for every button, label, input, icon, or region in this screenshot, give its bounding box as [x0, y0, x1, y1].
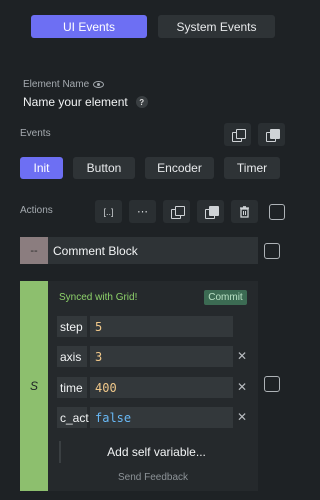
paste-icon: [204, 205, 219, 219]
commit-button[interactable]: Commit: [204, 290, 247, 305]
variable-row: step 5: [57, 316, 233, 337]
variable-row: axis 3: [57, 346, 233, 367]
element-name-value: Name your element: [23, 95, 128, 109]
variable-value[interactable]: 400: [90, 377, 233, 398]
comment-block-title: Comment Block: [53, 243, 138, 258]
element-name-label: Element Name: [23, 79, 105, 90]
select-all-checkbox[interactable]: [269, 204, 285, 220]
code-block-checkbox[interactable]: [264, 376, 280, 392]
comment-block-handle[interactable]: --: [20, 237, 48, 264]
events-label: Events: [20, 128, 51, 139]
select-button[interactable]: ⋯: [129, 200, 156, 223]
tab-system-events[interactable]: System Events: [158, 15, 275, 38]
event-tab-init[interactable]: Init: [20, 157, 63, 179]
paste-events-button[interactable]: [258, 123, 285, 146]
paste-icon: [265, 128, 280, 142]
variable-value[interactable]: false: [90, 407, 233, 428]
copy-icon: [170, 205, 185, 219]
comment-block[interactable]: Comment Block: [48, 237, 258, 264]
event-tab-button[interactable]: Button: [73, 157, 135, 179]
delete-variable-icon[interactable]: ✕: [237, 349, 247, 363]
actions-label: Actions: [20, 205, 53, 216]
variable-value[interactable]: 3: [90, 346, 233, 367]
copy-icon: [231, 128, 246, 142]
variable-row: c_act false: [57, 407, 233, 428]
paste-actions-button[interactable]: [197, 200, 224, 223]
merge-code-button[interactable]: [..]: [95, 200, 122, 223]
copy-actions-button[interactable]: [163, 200, 190, 223]
event-tab-timer[interactable]: Timer: [224, 157, 280, 179]
add-self-variable-button[interactable]: Add self variable...: [59, 441, 252, 463]
delete-variable-icon[interactable]: ✕: [237, 410, 247, 424]
comment-block-checkbox[interactable]: [264, 243, 280, 259]
select-icon: ⋯: [137, 206, 148, 218]
trash-icon: [240, 205, 249, 218]
element-name-label-text: Element Name: [23, 79, 90, 90]
help-icon[interactable]: ?: [135, 96, 148, 108]
delete-actions-button[interactable]: [231, 200, 258, 223]
variable-name[interactable]: c_act: [57, 407, 89, 428]
tab-ui-events[interactable]: UI Events: [31, 15, 147, 38]
code-block-handle[interactable]: S: [20, 281, 48, 491]
merge-icon: [..]: [103, 206, 114, 217]
event-tab-encoder[interactable]: Encoder: [145, 157, 214, 179]
sync-status: Synced with Grid!: [59, 292, 138, 303]
copy-events-button[interactable]: [224, 123, 251, 146]
variable-value[interactable]: 5: [90, 316, 233, 337]
variable-name[interactable]: axis: [57, 346, 87, 367]
delete-variable-icon[interactable]: ✕: [237, 380, 247, 394]
variable-name[interactable]: time: [57, 377, 87, 398]
send-feedback-link[interactable]: Send Feedback: [48, 472, 258, 483]
eye-icon[interactable]: [93, 81, 105, 88]
variable-row: time 400: [57, 377, 233, 398]
variable-name[interactable]: step: [57, 316, 87, 337]
element-name-field[interactable]: Name your element ?: [23, 95, 148, 109]
